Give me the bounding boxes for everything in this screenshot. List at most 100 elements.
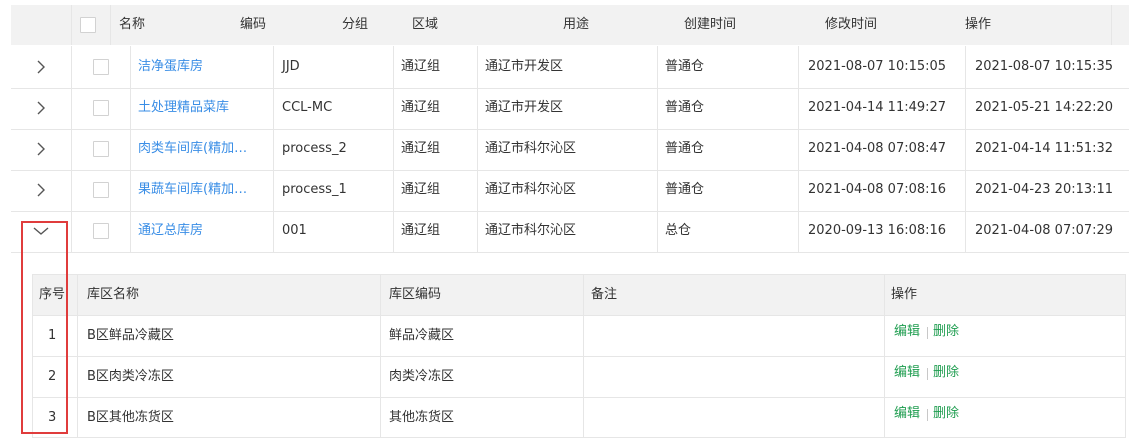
- divider: [477, 46, 478, 252]
- chevron-right-icon[interactable]: [32, 181, 50, 199]
- divider: [130, 46, 131, 252]
- delete-link[interactable]: 删除: [933, 405, 959, 423]
- modified-time: 2021-04-14 11:51:32: [975, 141, 1114, 156]
- edit-link[interactable]: 编辑: [894, 364, 920, 382]
- action-separator: [927, 409, 928, 421]
- chevron-right-icon[interactable]: [32, 99, 50, 117]
- row-divider: [11, 170, 1129, 171]
- warehouse-group: 通辽组: [401, 141, 441, 156]
- area-name: B区其他冻货区: [87, 410, 174, 425]
- created-time: 2021-04-08 07:08:47: [808, 141, 947, 156]
- warehouse-usage: 普通仓: [665, 100, 705, 115]
- created-time: 2021-08-07 10:15:05: [808, 59, 947, 74]
- divider: [71, 46, 72, 252]
- row-divider: [11, 129, 1129, 130]
- divider: [110, 5, 111, 45]
- highlight-box: [21, 221, 68, 434]
- delete-link[interactable]: 删除: [933, 323, 959, 341]
- action-separator: [927, 327, 928, 339]
- area-name: B区鲜品冷藏区: [87, 328, 174, 343]
- row-divider: [11, 211, 1129, 212]
- column-header-name[interactable]: 名称: [119, 16, 145, 34]
- subtable-header-actions: 操作: [891, 287, 918, 302]
- modified-time: 2021-04-23 20:13:11: [975, 182, 1114, 197]
- row-divider: [32, 274, 1126, 275]
- warehouse-name-link[interactable]: 通辽总库房: [138, 222, 203, 240]
- warehouse-region: 通辽市开发区: [485, 59, 564, 74]
- warehouse-usage: 普通仓: [665, 59, 705, 74]
- row-divider: [11, 252, 1129, 253]
- row-divider: [32, 356, 1126, 357]
- warehouse-region: 通辽市科尔沁区: [485, 182, 577, 197]
- modified-time: 2021-08-07 10:15:35: [975, 59, 1114, 74]
- warehouse-name-link[interactable]: 肉类车间库(精加…: [138, 140, 247, 158]
- column-header-modified[interactable]: 修改时间: [825, 16, 877, 34]
- divider: [380, 274, 381, 438]
- warehouse-name-link[interactable]: 洁净蛋库房: [138, 58, 203, 76]
- delete-link[interactable]: 删除: [933, 364, 959, 382]
- divider: [583, 274, 584, 438]
- warehouse-group: 通辽组: [401, 223, 441, 238]
- subtable-header: [32, 274, 1126, 315]
- divider: [965, 46, 966, 252]
- subtable-header-area-name: 库区名称: [87, 287, 140, 302]
- divider: [71, 5, 72, 45]
- area-code: 其他冻货区: [389, 410, 455, 425]
- row-checkbox[interactable]: [93, 141, 109, 157]
- area-code: 鲜品冷藏区: [389, 328, 455, 343]
- warehouse-region: 通辽市科尔沁区: [485, 223, 577, 238]
- warehouse-group: 通辽组: [401, 182, 441, 197]
- divider: [657, 46, 658, 252]
- divider: [393, 46, 394, 252]
- column-header-usage[interactable]: 用途: [563, 16, 589, 34]
- warehouse-group: 通辽组: [401, 100, 441, 115]
- row-checkbox[interactable]: [93, 100, 109, 116]
- warehouse-region: 通辽市科尔沁区: [485, 141, 577, 156]
- warehouse-usage: 普通仓: [665, 141, 705, 156]
- column-header-actions: 操作: [965, 17, 992, 32]
- warehouse-region: 通辽市开发区: [485, 100, 564, 115]
- created-time: 2021-04-08 07:08:16: [808, 182, 947, 197]
- warehouse-code: CCL-MC: [282, 100, 333, 115]
- column-header-created[interactable]: 创建时间: [684, 16, 736, 34]
- created-time: 2021-04-14 11:49:27: [808, 100, 947, 115]
- column-header-code[interactable]: 编码: [240, 16, 266, 34]
- subtable-header-area-code: 库区编码: [389, 287, 442, 302]
- warehouse-name-link[interactable]: 果蔬车间库(精加…: [138, 181, 247, 199]
- area-code: 肉类冷冻区: [389, 369, 455, 384]
- row-divider: [11, 88, 1129, 89]
- select-all-checkbox[interactable]: [80, 17, 96, 33]
- divider: [1125, 274, 1126, 438]
- warehouse-code: process_2: [282, 141, 347, 156]
- divider: [798, 46, 799, 252]
- column-header-region[interactable]: 区域: [412, 16, 438, 34]
- warehouse-usage: 总仓: [665, 223, 692, 238]
- chevron-right-icon[interactable]: [32, 58, 50, 76]
- row-checkbox[interactable]: [93, 59, 109, 75]
- created-time: 2020-09-13 16:08:16: [808, 223, 947, 238]
- modified-time: 2021-05-21 14:22:20: [975, 100, 1114, 115]
- row-divider: [32, 397, 1126, 398]
- subtable-header-remark: 备注: [591, 287, 618, 302]
- divider: [884, 274, 885, 438]
- area-name: B区肉类冷冻区: [87, 369, 174, 384]
- divider: [1111, 5, 1112, 45]
- divider: [77, 274, 78, 438]
- divider: [273, 46, 274, 252]
- warehouse-name-link[interactable]: 土处理精品菜库: [138, 99, 229, 117]
- row-checkbox[interactable]: [93, 223, 109, 239]
- action-separator: [927, 368, 928, 380]
- warehouse-group: 通辽组: [401, 59, 441, 74]
- row-divider: [32, 437, 1126, 438]
- row-checkbox[interactable]: [93, 182, 109, 198]
- chevron-right-icon[interactable]: [32, 140, 50, 158]
- warehouse-code: JJD: [282, 59, 300, 74]
- edit-link[interactable]: 编辑: [894, 323, 920, 341]
- row-divider: [32, 315, 1126, 316]
- warehouse-usage: 普通仓: [665, 182, 705, 197]
- column-header-group[interactable]: 分组: [342, 16, 368, 34]
- edit-link[interactable]: 编辑: [894, 405, 920, 423]
- modified-time: 2021-04-08 07:07:29: [975, 223, 1114, 238]
- warehouse-code: 001: [282, 223, 307, 238]
- warehouse-code: process_1: [282, 182, 347, 197]
